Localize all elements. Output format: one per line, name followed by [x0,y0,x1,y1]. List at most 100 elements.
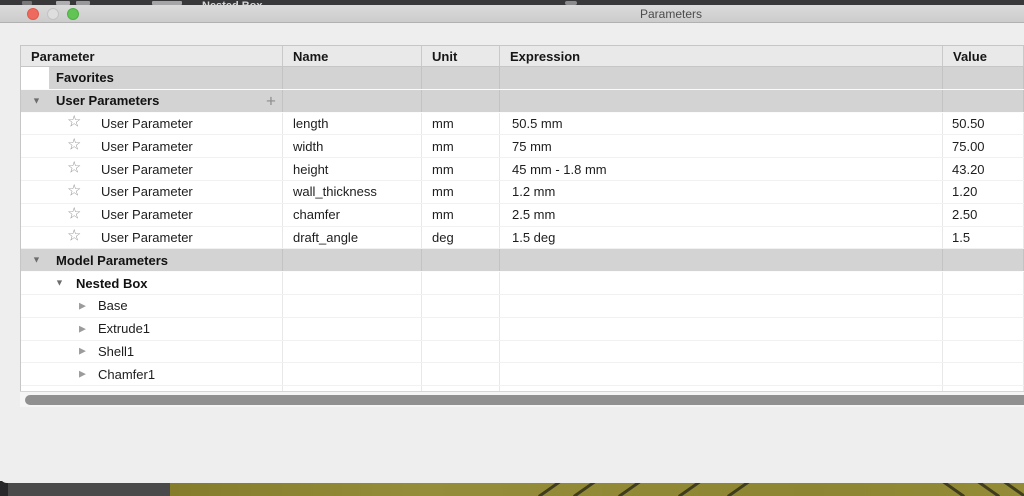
cell-expression[interactable]: 1.5 deg [500,227,943,249]
disclosure-triangle-icon[interactable]: ▶ [79,370,86,379]
cell-expression [500,318,943,340]
cell-unit: deg [422,227,500,249]
cell-parameter: ☆User Parameter [21,113,283,135]
background-app-bottom-sliver [0,481,1024,496]
disclosure-triangle-icon[interactable]: ▼ [32,96,41,105]
cell-value: 50.50 [943,113,1024,135]
cell-name [283,341,422,363]
cell-value: 43.20 [943,158,1024,180]
favorite-star-icon[interactable]: ☆ [67,184,81,200]
table-header-row: ParameterNameUnitExpressionValue [21,46,1024,67]
table-row-user-parameters: ▼ User Parameters + [21,90,1024,113]
table-row-wall-thickness: ☆ User Parameter wall_thicknessmm1.2 mm1.2… [21,181,1024,204]
cell-parameter: Favorites [21,67,283,89]
background-3d-model-fragment [170,481,1024,496]
cell-value [943,363,1024,385]
horizontal-scrollbar-track[interactable] [20,391,1024,407]
favorite-star-icon[interactable]: ☆ [67,206,81,222]
cell-expression[interactable]: 2.5 mm [500,204,943,226]
zoom-button[interactable] [67,8,79,20]
disclosure-triangle-icon[interactable]: ▶ [79,347,86,356]
cell-expression [500,90,943,112]
cell-name[interactable]: length [283,113,422,135]
cell-value [943,67,1024,89]
cell-unit [422,341,500,363]
cell-name [283,318,422,340]
cell-unit [422,318,500,340]
cell-expression [500,363,943,385]
cell-name[interactable]: wall_thickness [283,181,422,203]
cell-expression[interactable]: 75 mm [500,135,943,157]
parameter-label: Model Parameters [56,253,168,268]
parameter-label: User Parameter [101,184,193,199]
cell-unit [422,272,500,294]
favorite-star-icon[interactable]: ☆ [67,229,81,245]
cell-parameter: ▼ Nested Box [21,272,283,294]
parameter-label: Nested Box [76,276,148,291]
column-header-name: Name [283,46,422,66]
cell-unit [422,363,500,385]
dialog-titlebar[interactable]: Parameters [0,5,1024,23]
cell-name [283,67,422,89]
column-header-parameter: Parameter [21,46,283,66]
cell-parameter: ▼ Model Parameters [21,249,283,271]
cell-expression [500,249,943,271]
cell-parameter: ▶Extrude1 [21,318,283,340]
parameter-label: User Parameter [101,162,193,177]
table-row-width: ☆User Parameterwidthmm75 mm75.00 [21,135,1024,158]
cell-value: 1.20 [943,181,1024,203]
table-row-draft-angle: ☆ User Parameter draft_angledeg1.5 deg1.5 [21,227,1024,250]
cell-parameter: ☆ User Parameter [21,158,283,180]
cell-unit [422,295,500,317]
table-row-base: ▶Base [21,295,1024,318]
disclosure-triangle-icon[interactable]: ▼ [32,256,41,265]
cell-unit: mm [422,204,500,226]
minimize-button[interactable] [47,8,59,20]
cell-name[interactable]: chamfer [283,204,422,226]
parameter-label: User Parameter [101,139,193,154]
disclosure-triangle-icon[interactable]: ▶ [79,301,86,310]
parameter-label: User Parameters [56,93,159,108]
horizontal-scrollbar-thumb[interactable] [25,395,1024,405]
cell-unit: mm [422,113,500,135]
cell-expression[interactable]: 50.5 mm [500,113,943,135]
cell-unit [422,90,500,112]
column-header-unit: Unit [422,46,500,66]
cell-value [943,90,1024,112]
favorite-star-icon[interactable]: ☆ [67,138,81,154]
cell-parameter: ▶Chamfer1 [21,363,283,385]
close-button[interactable] [27,8,39,20]
favorite-star-icon[interactable]: ☆ [67,115,81,131]
cell-parameter: ☆ User Parameter [21,181,283,203]
cell-expression [500,341,943,363]
cell-parameter: ☆ User Parameter [21,135,283,157]
add-parameter-button[interactable]: + [262,92,280,109]
table-row-favorites: Favorites [21,67,1024,90]
parameter-label: Favorites [56,70,114,85]
cell-parameter: ☆User Parameter [21,204,283,226]
cell-unit: mm [422,135,500,157]
favorite-star-icon[interactable]: ☆ [67,161,81,177]
disclosure-triangle-icon[interactable]: ▼ [55,279,64,288]
cell-name[interactable]: height [283,158,422,180]
cell-value [943,341,1024,363]
parameter-label: User Parameter [101,230,193,245]
column-header-value: Value [943,46,1024,66]
cell-unit [422,67,500,89]
table-row-nested-box: ▼ Nested Box [21,272,1024,295]
cell-unit: mm [422,181,500,203]
parameters-dialog-body: ParameterNameUnitExpressionValue Favorit… [0,23,1024,483]
dialog-title: Parameters [640,7,702,21]
disclosure-triangle-icon[interactable]: ▶ [79,324,86,333]
cell-unit: mm [422,158,500,180]
cell-name[interactable]: draft_angle [283,227,422,249]
favorites-gutter-cell [21,67,49,89]
column-header-expression: Expression [500,46,943,66]
cell-expression [500,67,943,89]
cell-expression[interactable]: 1.2 mm [500,181,943,203]
cell-name[interactable]: width [283,135,422,157]
cell-expression[interactable]: 45 mm - 1.8 mm [500,158,943,180]
parameters-table: ParameterNameUnitExpressionValue Favorit… [20,45,1024,391]
table-row-shell1: ▶Shell1 [21,341,1024,364]
cell-value: 1.5 [943,227,1024,249]
